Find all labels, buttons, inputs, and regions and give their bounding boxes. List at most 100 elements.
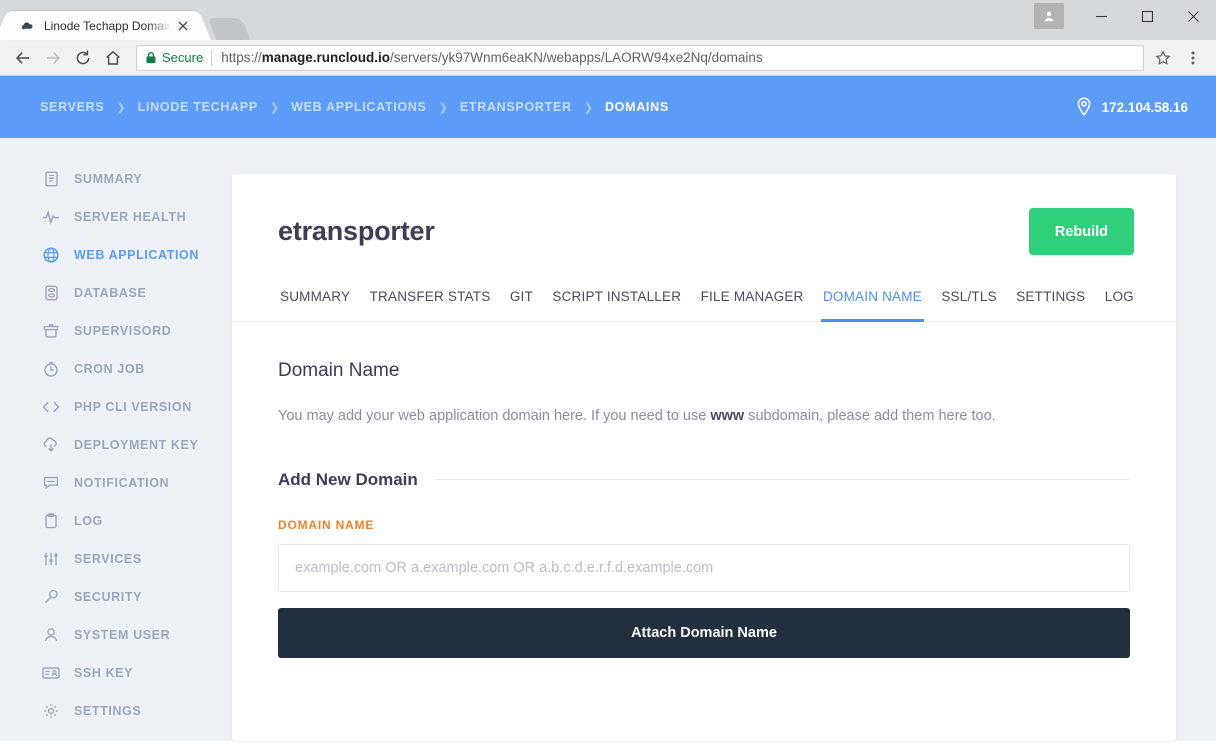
database-icon — [42, 285, 60, 301]
window-maximize-button[interactable] — [1124, 0, 1170, 32]
sidebar-item-database[interactable]: DATABASE — [0, 274, 232, 312]
sidebar: SUMMARY SERVER HEALTH WEB APPLICATION DA… — [0, 138, 232, 741]
window-controls — [1034, 0, 1216, 32]
sidebar-item-settings[interactable]: SETTINGS — [0, 692, 232, 730]
window-minimize-button[interactable] — [1078, 0, 1124, 32]
sidebar-item-label: NOTIFICATION — [74, 476, 170, 490]
tab-script-installer[interactable]: SCRIPT INSTALLER — [550, 279, 683, 321]
code-icon — [42, 400, 60, 414]
profile-avatar-button[interactable] — [1034, 3, 1064, 29]
new-tab-button[interactable] — [207, 18, 251, 40]
tab-git[interactable]: GIT — [508, 279, 535, 321]
sidebar-item-php-cli-version[interactable]: PHP CLI VERSION — [0, 388, 232, 426]
tab-summary[interactable]: SUMMARY — [278, 279, 352, 321]
window-close-button[interactable] — [1170, 0, 1216, 32]
sidebar-item-server-health[interactable]: SERVER HEALTH — [0, 198, 232, 236]
reload-icon[interactable] — [68, 44, 98, 72]
bookmark-star-icon[interactable] — [1150, 45, 1176, 71]
breadcrumb-item-web-applications[interactable]: WEB APPLICATIONS — [291, 100, 427, 114]
content-area: etransporter Rebuild SUMMARY TRANSFER ST… — [232, 138, 1216, 741]
tab-ssl-tls[interactable]: SSL/TLS — [939, 279, 998, 321]
panel-title: Domain Name — [278, 360, 400, 381]
pulse-icon — [42, 209, 60, 225]
sidebar-item-label: SETTINGS — [74, 704, 142, 718]
sidebar-item-system-user[interactable]: SYSTEM USER — [0, 616, 232, 654]
breadcrumb-separator: ❯ — [116, 101, 126, 114]
sidebar-item-label: DEPLOYMENT KEY — [74, 438, 199, 452]
globe-icon — [42, 247, 60, 263]
domain-name-label: DOMAIN NAME — [278, 517, 375, 532]
app-card: etransporter Rebuild SUMMARY TRANSFER ST… — [232, 174, 1176, 741]
sidebar-item-deployment-key[interactable]: DEPLOYMENT KEY — [0, 426, 232, 464]
sidebar-item-label: SECURITY — [74, 590, 143, 604]
tab-domain-name[interactable]: DOMAIN NAME — [820, 279, 924, 322]
home-icon[interactable] — [98, 44, 128, 72]
secure-label: Secure — [162, 50, 204, 65]
domain-name-input[interactable] — [278, 543, 1130, 592]
browser-menu-icon[interactable] — [1180, 45, 1206, 71]
forward-icon[interactable] — [38, 44, 68, 72]
card-header: etransporter Rebuild — [232, 174, 1176, 255]
sidebar-item-label: PHP CLI VERSION — [74, 400, 192, 414]
domain-name-panel: Domain Name You may add your web applica… — [232, 322, 1176, 658]
attach-domain-name-button[interactable]: Attach Domain Name — [278, 607, 1130, 658]
sidebar-item-supervisord[interactable]: SUPERVISORD — [0, 312, 232, 350]
tab-settings[interactable]: SETTINGS — [1014, 279, 1087, 321]
tab-log[interactable]: LOG — [1103, 279, 1136, 321]
back-icon[interactable] — [8, 44, 38, 72]
tab-strip: Linode Techapp Domain — [0, 11, 251, 40]
sidebar-item-label: CRON JOB — [74, 362, 145, 376]
id-card-icon — [42, 666, 60, 680]
server-ip-text: 172.104.58.16 — [1101, 99, 1188, 115]
speech-bubble-icon — [42, 475, 60, 491]
key-icon — [42, 589, 60, 605]
cloud-download-icon — [42, 437, 60, 453]
sidebar-item-ssh-key[interactable]: SSH KEY — [0, 654, 232, 692]
page-title: etransporter — [278, 216, 435, 246]
sidebar-item-label: LOG — [74, 514, 103, 528]
map-pin-icon — [1076, 97, 1092, 117]
basket-icon — [42, 323, 60, 339]
sliders-icon — [42, 551, 60, 567]
address-bar[interactable]: Secure https://manage.runcloud.io/server… — [136, 44, 1144, 71]
sidebar-item-security[interactable]: SECURITY — [0, 578, 232, 616]
sidebar-item-notification[interactable]: NOTIFICATION — [0, 464, 232, 502]
tab-transfer-stats[interactable]: TRANSFER STATS — [368, 279, 493, 321]
gear-icon — [42, 703, 60, 719]
section-divider — [435, 479, 1130, 481]
document-icon — [42, 171, 60, 187]
tab-file-manager[interactable]: FILE MANAGER — [699, 279, 806, 321]
sidebar-item-label: SERVICES — [74, 552, 142, 566]
sidebar-item-web-application[interactable]: WEB APPLICATION — [0, 236, 232, 274]
browser-titlebar: Linode Techapp Domain — [0, 0, 1216, 40]
sidebar-item-log[interactable]: LOG — [0, 502, 232, 540]
browser-tab-title: Linode Techapp Domain — [44, 18, 174, 33]
body-area: SUMMARY SERVER HEALTH WEB APPLICATION DA… — [0, 138, 1216, 741]
breadcrumb-item-servers[interactable]: SERVERS — [40, 100, 104, 114]
sidebar-item-label: SUMMARY — [74, 172, 143, 186]
breadcrumb-item-linode-techapp[interactable]: LINODE TECHAPP — [138, 100, 258, 114]
clock-icon — [42, 361, 60, 377]
sidebar-item-label: DATABASE — [74, 286, 147, 300]
tab-close-icon[interactable] — [174, 17, 192, 35]
browser-tab[interactable]: Linode Techapp Domain — [8, 11, 198, 40]
browser-toolbar: Secure https://manage.runcloud.io/server… — [0, 40, 1216, 76]
breadcrumb-item-domains: DOMAINS — [604, 100, 669, 114]
panel-description: You may add your web application domain … — [278, 408, 996, 424]
sidebar-item-cron-job[interactable]: CRON JOB — [0, 350, 232, 388]
browser-chrome: Linode Techapp Domain Secure https://man… — [0, 0, 1216, 76]
add-new-domain-header: Add New Domain — [278, 470, 1130, 490]
lock-icon — [145, 51, 157, 64]
breadcrumb-separator: ❯ — [269, 101, 280, 114]
sidebar-item-label: WEB APPLICATION — [74, 248, 199, 262]
breadcrumb-item-etransporter[interactable]: ETRANSPORTER — [460, 100, 572, 114]
rebuild-button[interactable]: Rebuild — [1028, 208, 1134, 255]
app-root: SERVERS ❯ LINODE TECHAPP ❯ WEB APPLICATI… — [0, 76, 1216, 741]
sidebar-item-services[interactable]: SERVICES — [0, 540, 232, 578]
breadcrumb: SERVERS ❯ LINODE TECHAPP ❯ WEB APPLICATI… — [40, 100, 669, 114]
server-ip: 172.104.58.16 — [1076, 97, 1188, 117]
user-icon — [42, 627, 60, 643]
sidebar-item-summary[interactable]: SUMMARY — [0, 160, 232, 198]
card-tabs: SUMMARY TRANSFER STATS GIT SCRIPT INSTAL… — [232, 279, 1176, 322]
address-bar-url: https://manage.runcloud.io/servers/yk97W… — [221, 50, 763, 65]
